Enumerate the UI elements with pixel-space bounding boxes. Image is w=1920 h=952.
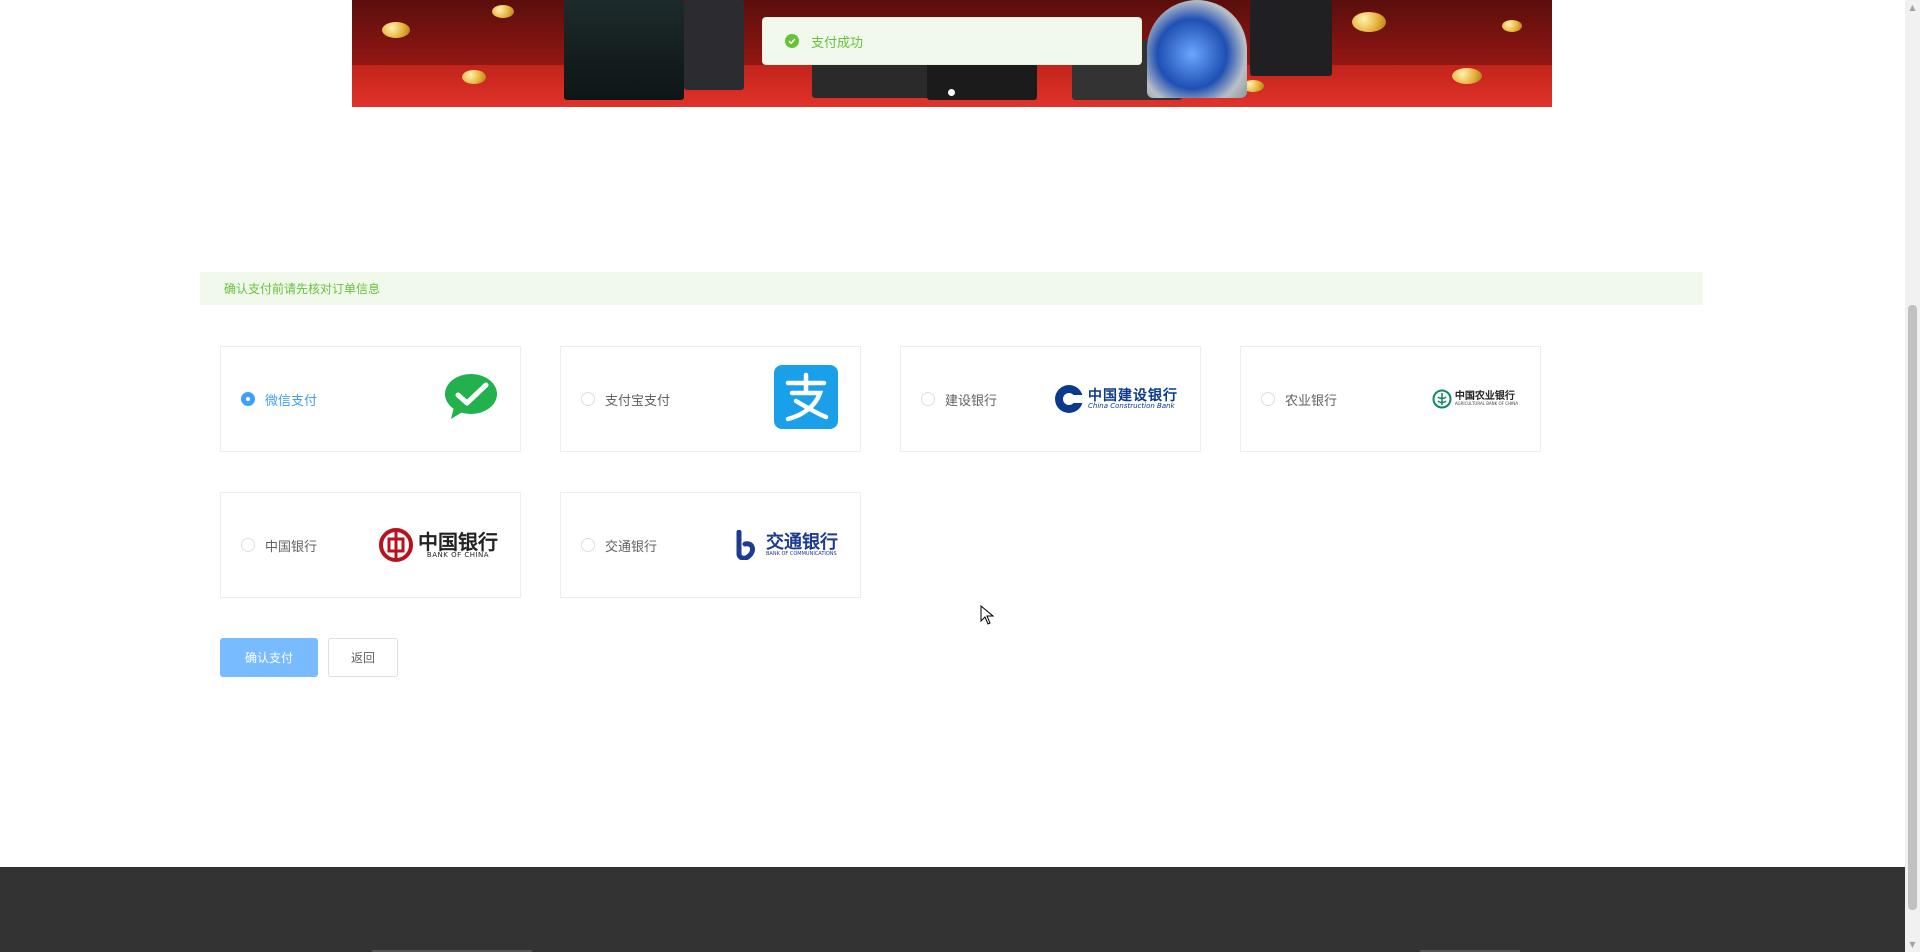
coin-decoration <box>1502 20 1522 32</box>
page-footer <box>0 867 1905 952</box>
radio-button[interactable] <box>581 538 595 552</box>
boc-logo: 中国银行 BANK OF CHINA <box>378 527 498 563</box>
payment-option-label: 中国银行 <box>265 539 318 555</box>
ccb-logo-subtext: China Construction Bank <box>1088 401 1175 410</box>
bocom-logo-subtext: BANK OF COMMUNICATIONS <box>766 550 837 557</box>
scroll-down-arrow-icon[interactable]: ▼ <box>1905 937 1920 952</box>
payment-option-abc[interactable]: 农业银行 中国农业银行 AGRICULTURAL BANK OF CHINA <box>1240 346 1541 452</box>
coin-decoration <box>462 70 486 84</box>
vertical-scrollbar[interactable]: ▲ ▼ <box>1905 0 1920 952</box>
payment-option-label: 支付宝支付 <box>605 393 671 409</box>
back-button[interactable]: 返回 <box>328 638 398 677</box>
order-check-alert: 确认支付前请先核对订单信息 <box>200 272 1703 305</box>
mouse-cursor-icon <box>980 604 995 629</box>
boc-emblem-icon <box>379 528 413 562</box>
success-check-icon <box>785 34 799 48</box>
bocom-logo-text: 交通银行 <box>766 531 838 553</box>
payment-option-wechat[interactable]: 微信支付 <box>220 346 521 452</box>
cpu-cooler-image <box>1147 0 1247 98</box>
abc-logo-subtext: AGRICULTURAL BANK OF CHINA <box>1454 401 1518 406</box>
ccb-emblem-icon <box>1055 385 1083 413</box>
payment-option-label: 微信支付 <box>265 393 318 409</box>
payment-option-label: 交通银行 <box>605 539 658 555</box>
pc-case-image <box>564 0 684 100</box>
confirm-payment-button[interactable]: 确认支付 <box>220 638 318 677</box>
scrollbar-thumb[interactable] <box>1908 305 1917 910</box>
radio-button[interactable] <box>1261 392 1275 406</box>
abc-emblem-icon <box>1432 389 1452 409</box>
payment-option-alipay[interactable]: 支付宝支付 <box>560 346 861 452</box>
wechat-pay-logo <box>444 373 498 425</box>
toast-message: 支付成功 <box>811 35 864 51</box>
radio-button[interactable] <box>241 392 255 406</box>
ccb-logo: 中国建设银行 China Construction Bank <box>1054 384 1178 414</box>
coin-decoration <box>382 22 410 38</box>
success-toast: 支付成功 <box>762 17 1142 65</box>
abc-logo: 中国农业银行 AGRICULTURAL BANK OF CHINA <box>1432 389 1518 409</box>
pc-case-image <box>1250 0 1332 76</box>
alipay-logo <box>774 365 838 433</box>
coin-decoration <box>1352 12 1386 32</box>
pc-case-image <box>684 0 744 90</box>
payment-option-label: 建设银行 <box>945 393 998 409</box>
coin-decoration <box>492 5 514 18</box>
payment-page: 支付成功 确认支付前请先核对订单信息 微信支付 支付宝支付 建设银行 中国建设银… <box>0 0 1920 952</box>
payment-option-ccb[interactable]: 建设银行 中国建设银行 China Construction Bank <box>900 346 1201 452</box>
boc-logo-subtext: BANK OF CHINA <box>426 550 490 559</box>
radio-button[interactable] <box>921 392 935 406</box>
radio-button[interactable] <box>581 392 595 406</box>
scroll-up-arrow-icon[interactable]: ▲ <box>1905 0 1920 15</box>
boc-logo-text: 中国银行 <box>418 529 498 554</box>
ccb-logo-text: 中国建设银行 <box>1088 387 1178 404</box>
carousel-indicator[interactable] <box>948 89 955 96</box>
alert-text: 确认支付前请先核对订单信息 <box>224 282 381 296</box>
radio-button[interactable] <box>241 538 255 552</box>
coin-decoration <box>1452 68 1482 84</box>
bocom-logo: 交通银行 BANK OF COMMUNICATIONS <box>733 530 838 560</box>
bocom-emblem-icon <box>736 530 755 560</box>
payment-option-label: 农业银行 <box>1285 393 1338 409</box>
payment-option-boc[interactable]: 中国银行 中国银行 BANK OF CHINA <box>220 492 521 598</box>
payment-option-bocom[interactable]: 交通银行 交通银行 BANK OF COMMUNICATIONS <box>560 492 861 598</box>
